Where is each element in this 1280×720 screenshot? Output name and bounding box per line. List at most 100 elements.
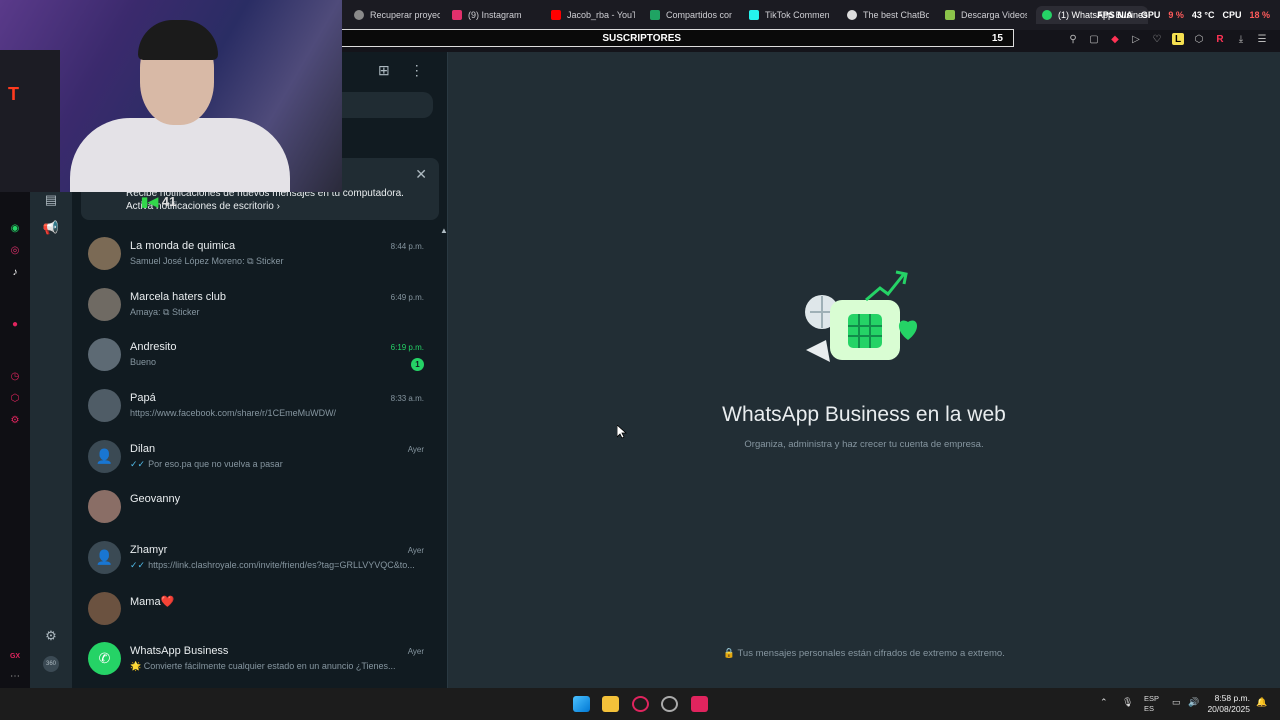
- chat-time: 6:19 p.m.: [390, 343, 424, 352]
- read-receipt-icon: ✓✓: [130, 459, 146, 469]
- streamer-logo-icon: T: [8, 84, 19, 104]
- chat-name: La monda de quimica: [130, 240, 236, 252]
- tab-favicon-icon: [354, 10, 364, 20]
- menu-dots-icon[interactable]: ⋮: [410, 62, 424, 79]
- intro-panel: WhatsApp Business en la web Organiza, ad…: [448, 52, 1280, 688]
- business-illustration: [805, 270, 918, 362]
- chat-name: Andresito: [130, 341, 177, 353]
- play-icon[interactable]: ▷: [1130, 33, 1142, 45]
- tray-chevron-icon[interactable]: ⌃: [1100, 697, 1108, 708]
- chat-preview-text: https://link.clashroyale.com/invite/frie…: [148, 560, 415, 570]
- language-indicator[interactable]: ESP ES: [1144, 694, 1159, 714]
- taskbar-clock[interactable]: 8:58 p.m. 20/08/2025: [1207, 693, 1250, 715]
- extension-r-icon[interactable]: R: [1214, 33, 1226, 45]
- chat-preview-text: 🌟 Convierte fácilmente cualquier estado …: [130, 661, 396, 671]
- avatar: 👤: [88, 440, 121, 473]
- search-input[interactable]: [330, 92, 433, 118]
- profile-avatar[interactable]: 360: [43, 656, 59, 672]
- avatar: [88, 338, 121, 371]
- chat-preview-text: Por eso.pa que no vuelva a pasar: [148, 459, 283, 469]
- settings-gear-icon[interactable]: ⚙: [43, 628, 59, 644]
- avatar: [88, 288, 121, 321]
- instagram-icon: [452, 10, 462, 20]
- tab-recuperar[interactable]: Recuperar proyec: [354, 6, 440, 24]
- avatar: ✆: [88, 642, 121, 675]
- chat-name: Mama❤️: [130, 596, 175, 608]
- chat-row[interactable]: La monda de quimica 8:44 p.m. Samuel José …: [72, 236, 438, 287]
- sidebar-instagram-icon[interactable]: ◎: [9, 244, 21, 256]
- microphone-icon[interactable]: 🎙: [1122, 697, 1133, 708]
- heart-icon[interactable]: ♡: [1151, 33, 1163, 45]
- extension-l-icon[interactable]: L: [1172, 33, 1184, 45]
- opera-gx-icon[interactable]: [632, 696, 649, 712]
- chat-preview: Amaya: ⧉ Sticker: [130, 307, 422, 318]
- lock-icon: 🔒: [723, 648, 735, 659]
- chatbot-icon: [847, 10, 857, 20]
- chat-time: Ayer: [407, 647, 424, 656]
- sidebar-music-icon[interactable]: ●: [9, 318, 21, 330]
- avatar: [88, 389, 121, 422]
- chat-row[interactable]: Andresito 6:19 p.m. Bueno 1: [72, 337, 438, 388]
- windows-start-icon[interactable]: [573, 696, 590, 712]
- chat-preview: 🌟 Convierte fácilmente cualquier estado …: [130, 661, 422, 672]
- screen: Recuperar proyec (9) Instagram Jacob_rba…: [0, 0, 1280, 720]
- notifications-icon[interactable]: 🔔: [1256, 697, 1267, 708]
- tab-tiktok[interactable]: TikTok Comment: [749, 6, 829, 24]
- megaphone-icon[interactable]: 📢: [43, 220, 59, 236]
- volume-icon[interactable]: 🔊: [1188, 697, 1199, 708]
- sidebar-extensions-icon[interactable]: ⬡: [9, 392, 21, 404]
- sidebar-tiktok-icon[interactable]: ♪: [9, 266, 21, 278]
- sidebar-whatsapp-icon[interactable]: ◉: [9, 222, 21, 234]
- chat-preview-text: Bueno: [130, 357, 157, 367]
- counter-icon: ▮◀: [141, 194, 159, 209]
- chat-time: Ayer: [407, 445, 424, 454]
- chat-row[interactable]: Marcela haters club 6:49 p.m. Amaya: ⧉ Sti…: [72, 287, 438, 338]
- chat-list-scrollbar[interactable]: ▲: [440, 226, 448, 686]
- sidebar-gx-icon[interactable]: GX: [9, 650, 21, 662]
- new-chat-icon[interactable]: ⊞: [378, 62, 390, 79]
- chat-time: 8:44 p.m.: [390, 242, 424, 251]
- tiktok-taskbar-icon[interactable]: [691, 696, 708, 712]
- tab-chatbot[interactable]: The best ChatBot: [847, 6, 929, 24]
- tab-descarga[interactable]: Descarga Videos: [945, 6, 1027, 24]
- intro-subtitle: Organiza, administra y haz crecer tu cue…: [744, 439, 984, 450]
- extensions-icon[interactable]: ⬡: [1193, 33, 1205, 45]
- read-receipt-icon: ✓✓: [130, 560, 146, 570]
- chat-row[interactable]: Mama❤️: [72, 591, 438, 642]
- follower-counter: ▮◀ 41: [141, 194, 177, 209]
- chat-preview-text: Amaya: ⧉ Sticker: [130, 307, 200, 317]
- file-explorer-icon[interactable]: [602, 696, 619, 712]
- sidebar-settings-icon[interactable]: ⚙: [9, 414, 21, 426]
- chat-preview: https://www.facebook.com/share/r/1CEmeMu…: [130, 408, 422, 418]
- shield-icon[interactable]: ◆: [1109, 33, 1121, 45]
- chat-row[interactable]: 👤 Dilan Ayer ✓✓ Por eso.pa que no vuelva a p…: [72, 439, 438, 490]
- pin-icon[interactable]: ⚲: [1067, 33, 1079, 45]
- store-icon[interactable]: ▤: [43, 192, 59, 208]
- menu-icon[interactable]: ☰: [1256, 33, 1268, 45]
- chat-row[interactable]: 👤 Zhamyr Ayer ✓✓ https://link.clashroyale.co…: [72, 540, 438, 591]
- avatar: [88, 237, 121, 270]
- chat-time: 8:33 a.m.: [390, 394, 424, 403]
- sidebar-history-icon[interactable]: ◷: [9, 370, 21, 382]
- close-icon[interactable]: ✕: [415, 166, 427, 183]
- webcam-overlay: T: [0, 0, 342, 192]
- tab-youtube[interactable]: Jacob_rba - YouT: [551, 6, 635, 24]
- encryption-notice: 🔒 Tus mensajes personales están cifrados…: [723, 648, 1005, 659]
- sidebar-more-icon[interactable]: ⋯: [9, 670, 21, 682]
- chat-list-header-actions: ⊞ ⋮: [378, 62, 424, 79]
- unread-badge: 1: [411, 358, 424, 371]
- chat-time: 6:49 p.m.: [390, 293, 424, 302]
- network-icon[interactable]: ▭: [1172, 697, 1181, 708]
- chat-preview: ✓✓ https://link.clashroyale.com/invite/fr…: [130, 560, 422, 571]
- scroll-up-icon[interactable]: ▲: [440, 226, 448, 235]
- tab-drive[interactable]: Compartidos conm: [650, 6, 732, 24]
- tab-instagram[interactable]: (9) Instagram: [452, 6, 542, 24]
- chat-row[interactable]: ✆ WhatsApp Business Ayer 🌟 Convierte fácilm…: [72, 641, 438, 692]
- chat-row[interactable]: Geovanny: [72, 489, 438, 540]
- download-toolbar-icon[interactable]: ⤓: [1235, 33, 1247, 45]
- snapshot-icon[interactable]: ▢: [1088, 33, 1100, 45]
- chat-row[interactable]: Papá 8:33 a.m. https://www.facebook.com/sh…: [72, 388, 438, 439]
- webcam-person-cap: [138, 20, 218, 60]
- app-icon[interactable]: [661, 696, 678, 712]
- chat-name: Geovanny: [130, 493, 181, 505]
